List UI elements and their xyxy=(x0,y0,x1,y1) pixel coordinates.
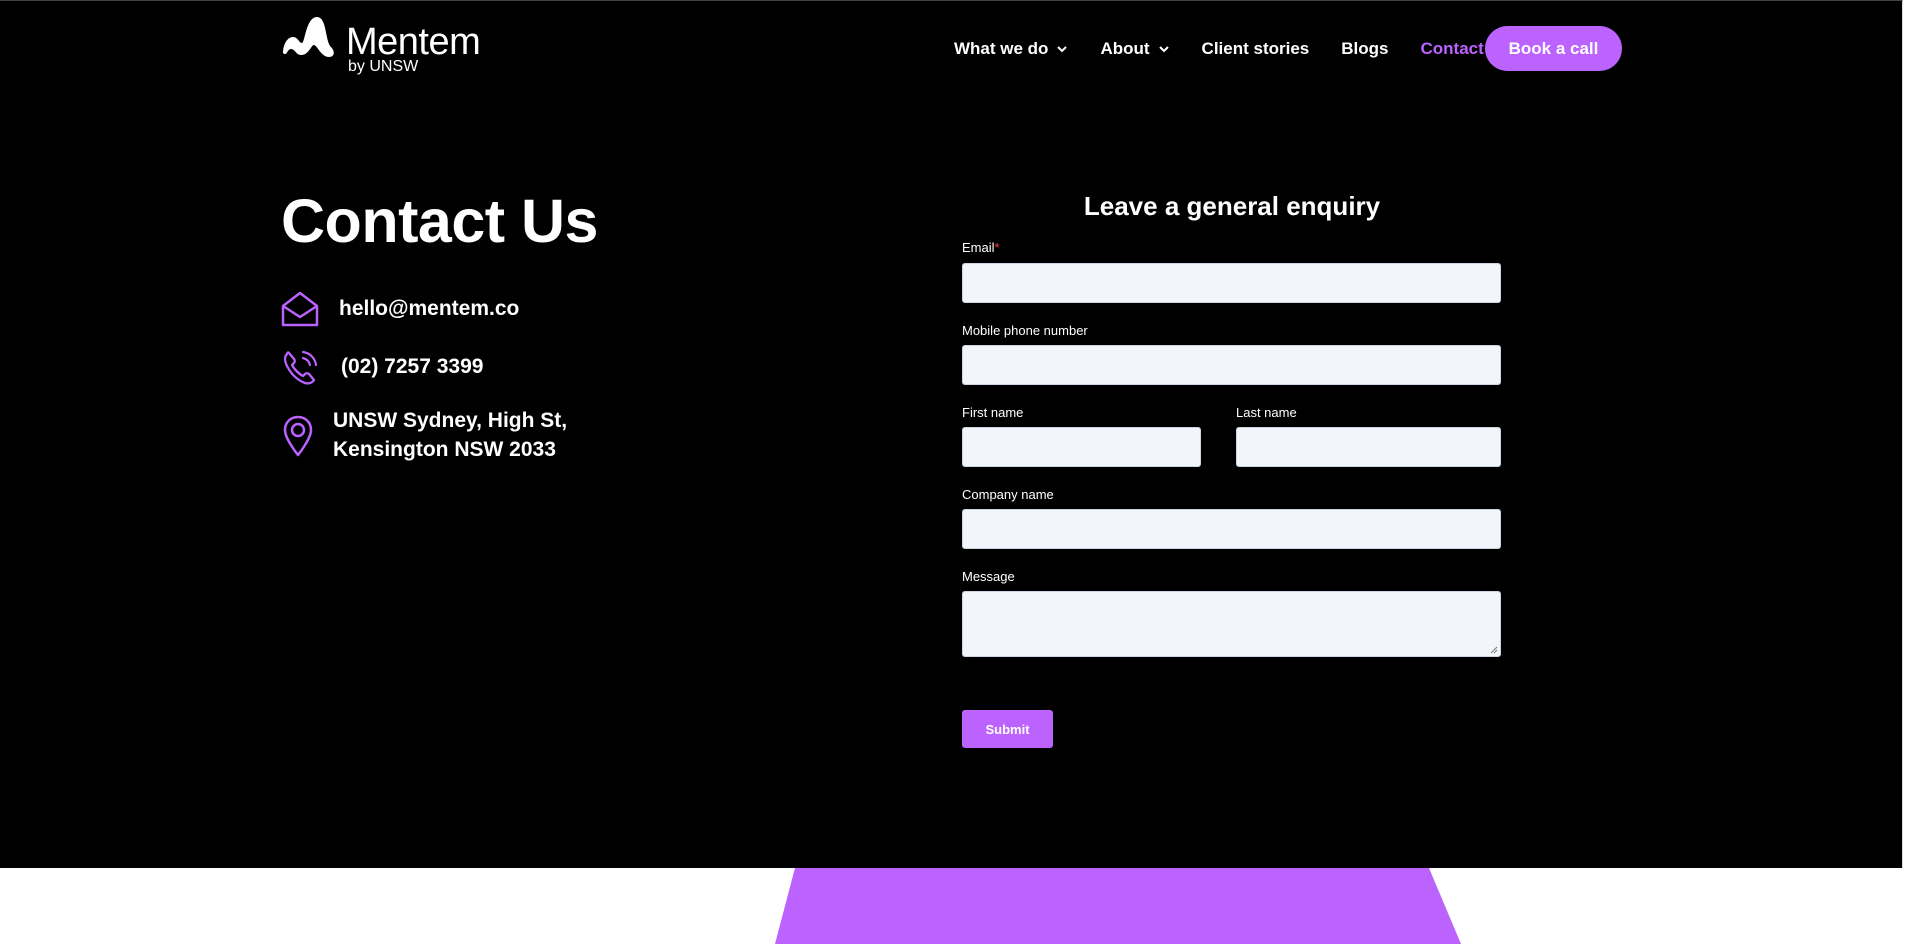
mentem-logo-icon xyxy=(283,17,334,57)
required-marker: * xyxy=(994,240,1000,255)
chevron-down-icon xyxy=(1158,46,1169,53)
company-name-field[interactable] xyxy=(962,509,1501,549)
email-label-text: Email xyxy=(962,240,995,255)
email-field[interactable] xyxy=(962,263,1501,303)
nav-item-label: Contact xyxy=(1420,39,1484,58)
location-pin-icon xyxy=(283,415,313,457)
last-name-label: Last name xyxy=(1236,405,1297,420)
last-name-field[interactable] xyxy=(1236,427,1501,467)
email-label: Email* xyxy=(962,240,1000,255)
nav-item-label: What we do xyxy=(954,39,1049,58)
brand-name: Mentem xyxy=(346,21,481,63)
phone-icon xyxy=(283,350,318,385)
nav-item-about[interactable]: About xyxy=(1100,39,1169,59)
first-name-field[interactable] xyxy=(962,427,1201,467)
form-title: Leave a general enquiry xyxy=(1083,191,1381,221)
contact-email[interactable]: hello@mentem.co xyxy=(339,294,519,323)
mobile-label: Mobile phone number xyxy=(962,323,1088,338)
main-nav: What we do About Client stories Blogs Co… xyxy=(954,37,1516,61)
company-label: Company name xyxy=(962,487,1054,502)
envelope-icon xyxy=(281,291,319,327)
submit-button[interactable]: Submit xyxy=(962,710,1053,748)
book-a-call-button[interactable]: Book a call xyxy=(1485,26,1622,71)
message-label: Message xyxy=(962,569,1015,584)
nav-item-what-we-do[interactable]: What we do xyxy=(954,39,1068,59)
page-title: Contact Us xyxy=(281,187,598,255)
brand-subtitle: by UNSW xyxy=(348,58,419,75)
address-line-2: Kensington NSW 2033 xyxy=(333,438,556,461)
nav-item-contact[interactable]: Contact xyxy=(1420,39,1483,59)
nav-item-blogs[interactable]: Blogs xyxy=(1341,39,1388,59)
message-textarea[interactable] xyxy=(962,591,1501,657)
contact-address: UNSW Sydney, High St, Kensington NSW 203… xyxy=(333,406,567,464)
page: Mentem by UNSW What we do About Client s… xyxy=(0,0,1905,944)
chevron-down-icon xyxy=(1057,46,1068,53)
first-name-label: First name xyxy=(962,405,1024,420)
brand-logo[interactable]: Mentem by UNSW xyxy=(281,15,491,77)
contact-section: Mentem by UNSW What we do About Client s… xyxy=(0,0,1903,868)
nav-item-label: About xyxy=(1100,39,1150,58)
contact-phone[interactable]: (02) 7257 3399 xyxy=(341,352,483,381)
mobile-phone-field[interactable] xyxy=(962,345,1501,385)
nav-item-client-stories[interactable]: Client stories xyxy=(1202,39,1310,59)
decorative-purple-shape xyxy=(775,868,1461,944)
resize-grip-icon[interactable] xyxy=(1490,646,1498,654)
address-line-1: UNSW Sydney, High St, xyxy=(333,409,568,432)
nav-item-label: Blogs xyxy=(1341,39,1389,58)
nav-item-label: Client stories xyxy=(1201,39,1310,58)
